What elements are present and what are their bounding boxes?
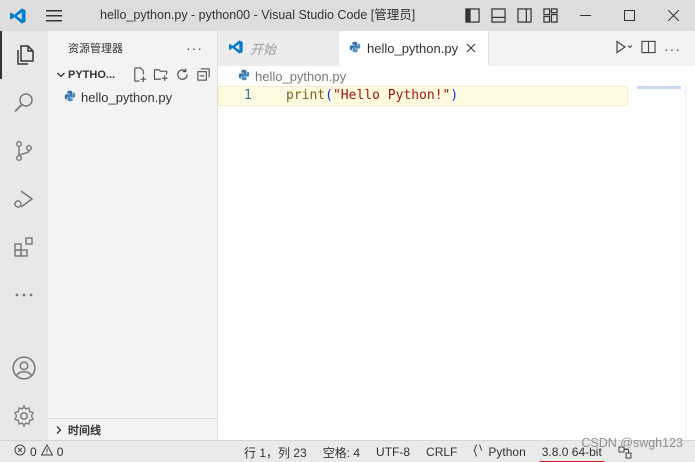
error-icon [14,444,26,459]
tab-hello-python[interactable]: hello_python.py [339,31,489,66]
maximize-icon[interactable] [607,0,651,31]
account-icon[interactable] [0,344,48,392]
new-file-icon[interactable] [132,67,147,85]
window-title: hello_python.py - python00 - Visual Stud… [100,8,416,22]
minimap[interactable] [637,86,681,89]
search-icon[interactable] [0,79,48,127]
warning-icon [40,443,54,459]
timeline-section[interactable]: 时间线 [48,418,217,440]
line-endings[interactable]: CRLF [418,441,465,462]
settings-gear-icon[interactable] [0,392,48,440]
run-debug-icon[interactable] [0,175,48,223]
line-number: 1 [244,88,252,103]
timeline-label: 时间线 [68,424,101,437]
code-function: print [286,88,326,103]
menu-icon[interactable] [36,0,72,31]
explorer-title: 资源管理器 [68,42,123,55]
code-paren-open: ( [325,88,333,103]
tab-welcome[interactable]: 开始 [218,31,339,66]
source-control-icon[interactable] [0,127,48,175]
python-file-icon [349,41,361,56]
braces-icon [473,444,483,460]
code-editor[interactable]: 1 print("Hello Python!") [218,86,695,440]
breadcrumb-file[interactable]: hello_python.py [255,69,346,84]
tab-label: 开始 [250,42,277,57]
explorer-more-actions[interactable]: ··· [186,40,203,56]
chevron-right-icon [54,425,68,435]
folder-name: PYTHO... [68,69,116,81]
activity-bar [0,31,48,440]
more-views-icon[interactable] [0,271,48,319]
code-string: "Hello Python!" [332,88,451,103]
minimize-icon[interactable] [563,0,607,31]
vscode-logo-icon [228,39,244,58]
explorer-icon[interactable] [0,31,48,79]
collapse-all-icon[interactable] [196,67,211,85]
code-paren-close: ) [450,88,459,103]
encoding[interactable]: UTF-8 [368,441,418,462]
watermark: CSDN @swgh123 [581,436,683,450]
python-file-icon [238,69,250,84]
breadcrumb: hello_python.py [218,66,695,86]
toggle-panel-icon[interactable] [485,0,511,31]
title-bar: hello_python.py - python00 - Visual Stud… [0,0,695,31]
editor-more-actions[interactable]: ··· [664,41,681,57]
cursor-position[interactable]: 行 1，列 23 [236,441,315,462]
python-file-icon [64,90,76,105]
toggle-sidebar-icon[interactable] [459,0,485,31]
code-line[interactable]: print("Hello Python!") [286,88,458,103]
vertical-scrollbar[interactable] [685,86,695,440]
close-window-icon[interactable] [651,0,695,31]
chevron-down-icon [54,70,68,80]
new-folder-icon[interactable] [153,67,169,85]
toggle-secondary-sidebar-icon[interactable] [511,0,537,31]
run-file-icon[interactable] [615,40,633,57]
file-item[interactable]: hello_python.py [48,86,217,108]
file-name: hello_python.py [81,89,173,105]
folder-row[interactable]: PYTHO... [48,64,217,86]
explorer-header: 资源管理器 ··· [48,31,217,64]
language-mode[interactable]: Python [465,441,533,462]
error-count: 0 [30,444,37,459]
editor-tabs: 开始 hello_python.py ··· [218,31,695,66]
problems-indicator[interactable]: 0 0 [0,443,64,459]
vscode-logo-icon [0,0,36,31]
warning-count: 0 [56,444,64,459]
tab-label: hello_python.py [367,41,459,56]
indentation[interactable]: 空格: 4 [315,441,368,462]
language-label: Python [488,445,526,459]
explorer-sidebar: 资源管理器 ··· PYTHO... hello_python.py 时间线 [48,31,218,440]
close-tab-icon[interactable] [466,41,476,56]
split-editor-icon[interactable] [641,40,656,57]
extensions-icon[interactable] [0,223,48,271]
refresh-icon[interactable] [175,67,190,85]
customize-layout-icon[interactable] [537,0,563,31]
